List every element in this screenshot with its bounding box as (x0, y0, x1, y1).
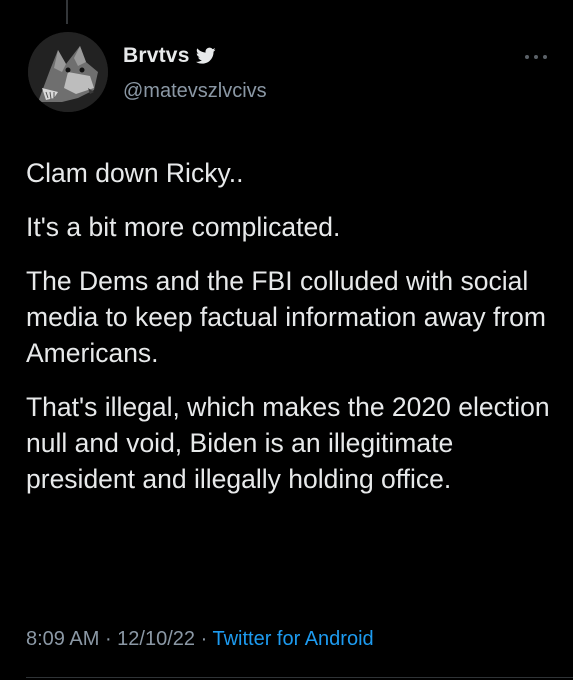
avatar[interactable] (28, 32, 108, 112)
more-dot (534, 55, 538, 59)
tweet-paragraph: The Dems and the FBI colluded with socia… (26, 266, 546, 368)
author-name-row[interactable]: Brvtvs (123, 44, 216, 68)
tweet-time[interactable]: 8:09 AM (26, 628, 99, 650)
wolf-avatar-icon (28, 32, 108, 112)
meta-separator: · (195, 628, 213, 650)
thread-connector-line (66, 0, 68, 24)
tweet-source-link[interactable]: Twitter for Android (212, 628, 373, 650)
tweet-text: Clam down Ricky.. It's a bit more compli… (26, 155, 556, 515)
divider (26, 677, 573, 678)
more-dot (525, 55, 529, 59)
tweet-meta: 8:09 AM · 12/10/22 · Twitter for Android (26, 628, 374, 651)
author-display-name[interactable]: Brvtvs (123, 44, 190, 68)
twitter-bird-icon (195, 47, 216, 65)
tweet-paragraph: Clam down Ricky.. (26, 158, 244, 188)
tweet-date[interactable]: 12/10/22 (117, 628, 195, 650)
meta-separator: · (99, 628, 118, 650)
more-dot (543, 55, 547, 59)
more-options-icon[interactable] (525, 52, 547, 62)
author-handle[interactable]: @matevszlvcivs (123, 80, 267, 103)
tweet-paragraph: It's a bit more complicated. (26, 212, 341, 242)
tweet-paragraph: That's illegal, which makes the 2020 ele… (26, 392, 550, 494)
